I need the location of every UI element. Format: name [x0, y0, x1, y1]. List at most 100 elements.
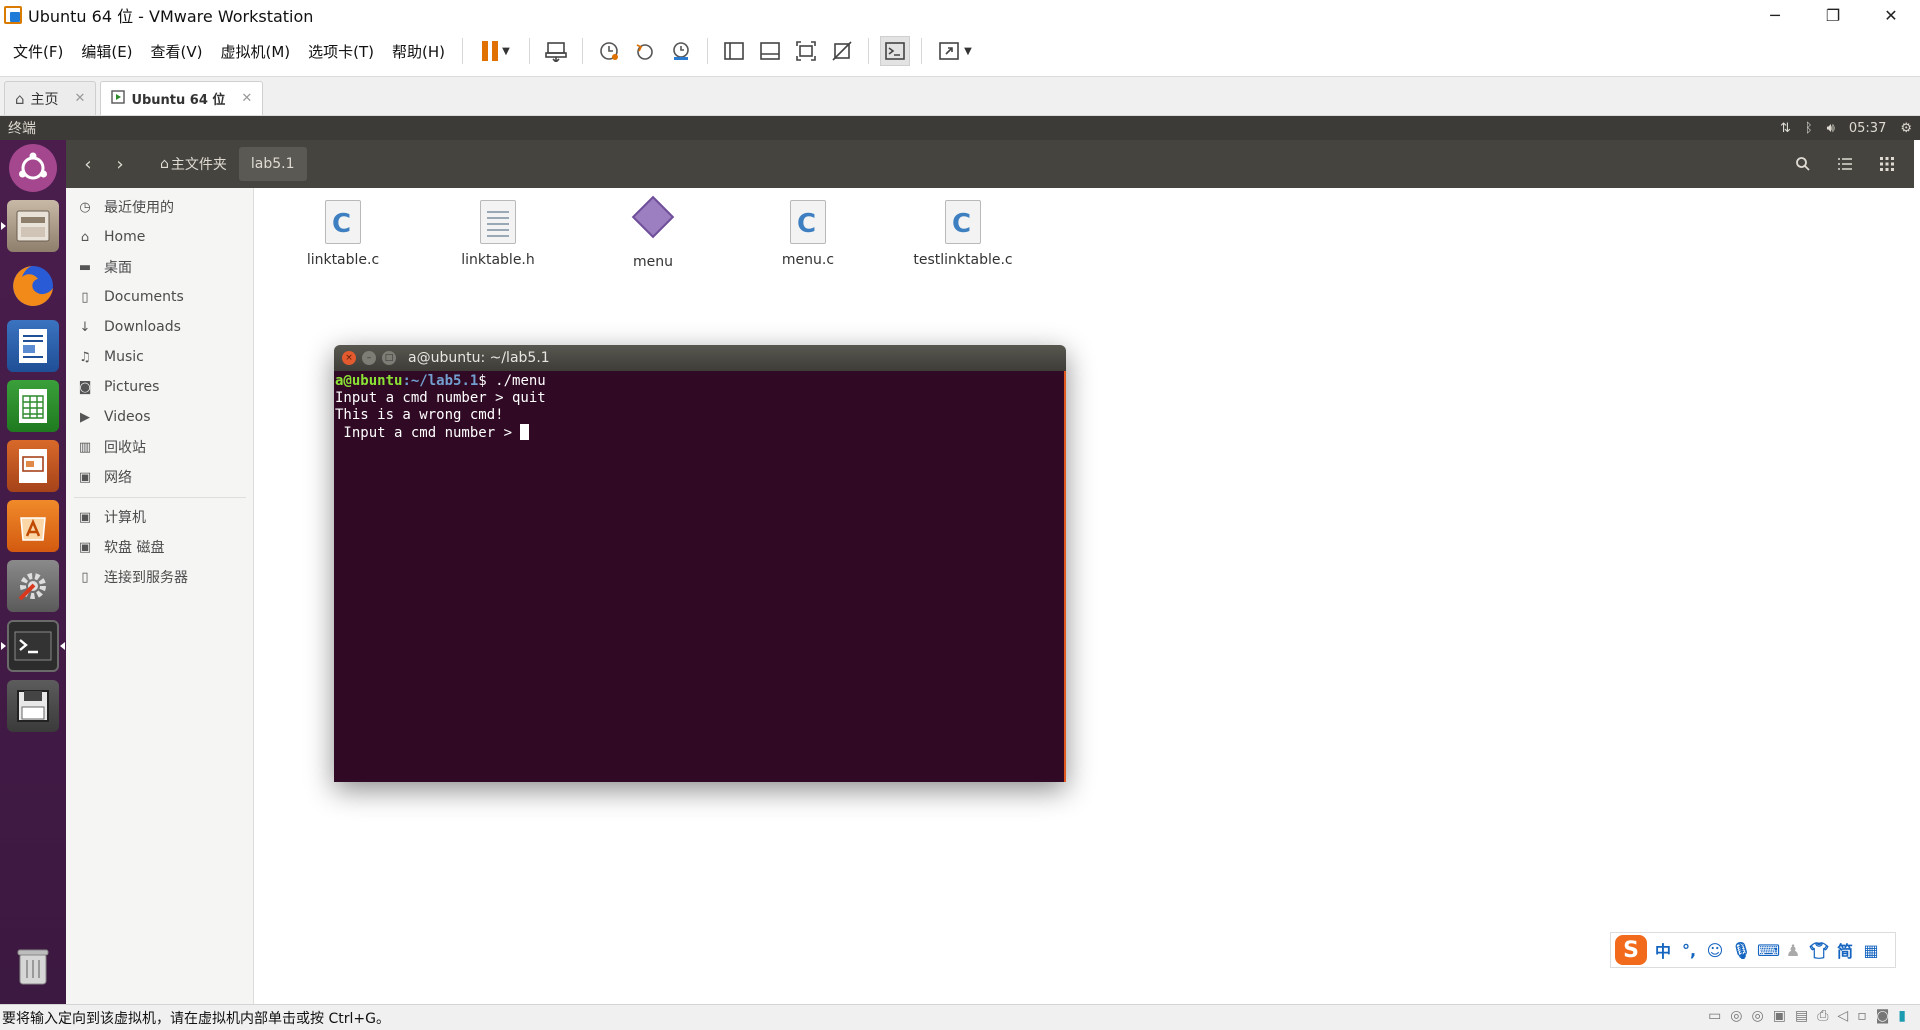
ime-punctuation-toggle[interactable]: °, — [1679, 941, 1699, 960]
breadcrumb-home[interactable]: ⌂ 主文件夹 — [148, 147, 239, 181]
forward-button[interactable]: › — [106, 150, 134, 178]
fullscreen-button[interactable] — [791, 36, 821, 66]
file-item[interactable]: C testlinktable.c — [898, 194, 1028, 268]
libreoffice-writer-icon[interactable] — [7, 320, 59, 372]
libreoffice-impress-icon[interactable] — [7, 440, 59, 492]
system-settings-icon[interactable] — [7, 560, 59, 612]
pause-button[interactable]: ▼ — [474, 36, 518, 66]
sidebar-item-downloads[interactable]: ↓ Downloads — [66, 312, 254, 342]
sidebar-item-connect-server[interactable]: ▯ 连接到服务器 — [66, 562, 254, 592]
dash-home-icon[interactable] — [9, 144, 57, 192]
text-cursor — [520, 424, 530, 440]
sidebar-item-label: 网络 — [104, 470, 132, 486]
message-log-icon[interactable]: ▮ — [1898, 1008, 1906, 1024]
clock[interactable]: 05:37 — [1849, 121, 1886, 136]
library-view-button[interactable] — [719, 36, 749, 66]
terminal-icon[interactable] — [7, 620, 59, 672]
focused-indicator — [60, 642, 65, 650]
thumbnail-view-button[interactable] — [755, 36, 785, 66]
libreoffice-calc-icon[interactable] — [7, 380, 59, 432]
stretch-button[interactable]: ▼ — [933, 36, 977, 66]
menu-file[interactable]: 文件(F) — [0, 41, 72, 62]
camera-icon[interactable]: ◙ — [1876, 1008, 1890, 1024]
network-adapter-icon[interactable]: ▤ — [1795, 1008, 1808, 1024]
minimize-button[interactable]: ─ — [1746, 0, 1804, 30]
revert-snapshot-button[interactable] — [630, 36, 660, 66]
tab-home[interactable]: ⌂ 主页 ✕ — [4, 81, 97, 115]
terminal-maximize-button[interactable]: □ — [382, 351, 396, 365]
trash-icon[interactable] — [7, 940, 59, 992]
emoji-icon[interactable]: ☺ — [1705, 941, 1725, 960]
cd-rom-icon[interactable]: ◎ — [1752, 1008, 1764, 1024]
software-center-icon[interactable] — [7, 500, 59, 552]
ime-simplified-toggle[interactable]: 简 — [1835, 938, 1855, 962]
hard-disk-icon[interactable]: ▭ — [1708, 1008, 1721, 1024]
search-button[interactable] — [1786, 148, 1820, 180]
floppy-icon[interactable]: ▣ — [1773, 1008, 1786, 1024]
menu-edit[interactable]: 编辑(E) — [72, 41, 141, 62]
skin-icon[interactable]: 👕︎ — [1809, 941, 1829, 960]
sidebar-item-trash[interactable]: ▥ 回收站 — [66, 432, 254, 462]
sidebar-item-pictures[interactable]: ◙ Pictures — [66, 372, 254, 402]
cd-rom-icon[interactable]: ◎ — [1730, 1008, 1742, 1024]
sidebar-item-desktop[interactable]: ▬ 桌面 — [66, 252, 254, 282]
file-item[interactable]: linktable.h — [433, 194, 563, 268]
sidebar-item-videos[interactable]: ▶ Videos — [66, 402, 254, 432]
console-view-button[interactable] — [880, 36, 911, 66]
grid-view-button[interactable] — [1870, 148, 1904, 180]
printer-icon[interactable]: ⎙ — [1817, 1008, 1828, 1024]
window-controls: ─ ❐ ✕ — [1746, 0, 1920, 30]
pause-icon — [482, 41, 499, 61]
toolbox-icon[interactable]: ▦ — [1861, 941, 1881, 960]
unity-mode-button[interactable] — [827, 36, 857, 66]
snapshot-button[interactable] — [594, 36, 624, 66]
sidebar-item-music[interactable]: ♫ Music — [66, 342, 254, 372]
volume-icon[interactable]: 🔊︎ — [1827, 121, 1835, 136]
menu-view[interactable]: 查看(V) — [142, 41, 212, 62]
sidebar-item-computer[interactable]: ▣ 计算机 — [66, 502, 254, 532]
firefox-icon[interactable] — [7, 260, 59, 312]
terminal-title-bar[interactable]: × – □ a@ubuntu: ~/lab5.1 — [334, 345, 1066, 371]
file-item[interactable]: C menu.c — [743, 194, 873, 268]
close-icon[interactable]: ✕ — [241, 91, 252, 106]
ime-language-toggle[interactable]: 中 — [1653, 938, 1673, 962]
menu-help[interactable]: 帮助(H) — [383, 41, 454, 62]
usb-icon[interactable]: ▫ — [1857, 1008, 1867, 1024]
terminal-window[interactable]: × – □ a@ubuntu: ~/lab5.1 a@ubuntu:~/lab5… — [334, 345, 1066, 782]
terminal-line: a@ubuntu:~/lab5.1$ ./menu — [335, 373, 1063, 390]
list-view-button[interactable] — [1828, 148, 1862, 180]
menu-tabs[interactable]: 选项卡(T) — [299, 41, 383, 62]
terminal-minimize-button[interactable]: – — [362, 351, 376, 365]
c-source-file-icon: C — [788, 200, 828, 246]
bluetooth-icon[interactable]: ᛒ — [1805, 121, 1813, 136]
close-button[interactable]: ✕ — [1862, 0, 1920, 30]
menu-vm[interactable]: 虚拟机(M) — [212, 41, 300, 62]
user-icon[interactable]: ♟ — [1783, 941, 1803, 960]
sidebar-item-label: 回收站 — [104, 440, 146, 456]
sidebar-item-recent[interactable]: ◷ 最近使用的 — [66, 192, 254, 222]
terminal-output[interactable]: a@ubuntu:~/lab5.1$ ./menu Input a cmd num… — [334, 371, 1066, 782]
files-icon[interactable] — [7, 200, 59, 252]
network-updown-icon[interactable]: ⇅ — [1780, 121, 1791, 136]
sidebar-item-network[interactable]: ▣ 网络 — [66, 462, 254, 492]
sidebar-item-documents[interactable]: ▯ Documents — [66, 282, 254, 312]
close-icon[interactable]: ✕ — [75, 91, 86, 106]
file-item[interactable]: menu — [588, 194, 718, 270]
sidebar-item-floppy[interactable]: ▣ 软盘 磁盘 — [66, 532, 254, 562]
terminal-close-button[interactable]: × — [342, 351, 356, 365]
sidebar-item-home[interactable]: ⌂ Home — [66, 222, 254, 252]
keyboard-icon[interactable]: ⌨ — [1757, 941, 1780, 960]
back-button[interactable]: ‹ — [74, 150, 102, 178]
file-item[interactable]: C linktable.c — [278, 194, 408, 268]
sogou-logo-icon[interactable]: S — [1615, 935, 1647, 965]
snapshot-manager-button[interactable] — [666, 36, 696, 66]
breadcrumb-current[interactable]: lab5.1 — [238, 147, 307, 181]
places-sidebar: ◷ 最近使用的 ⌂ Home ▬ 桌面 ▯ Documents ↓ Downloads ♫… — [66, 188, 254, 1004]
tab-ubuntu-vm[interactable]: Ubuntu 64 位 ✕ — [100, 81, 264, 115]
microphone-icon[interactable]: 🎙︎ — [1731, 941, 1751, 960]
gear-icon[interactable]: ⚙ — [1900, 121, 1912, 136]
sound-icon[interactable]: ◁ — [1837, 1008, 1848, 1024]
send-ctrl-alt-del-button[interactable] — [541, 36, 571, 66]
floppy-icon[interactable] — [7, 680, 59, 732]
restore-button[interactable]: ❐ — [1804, 0, 1862, 30]
